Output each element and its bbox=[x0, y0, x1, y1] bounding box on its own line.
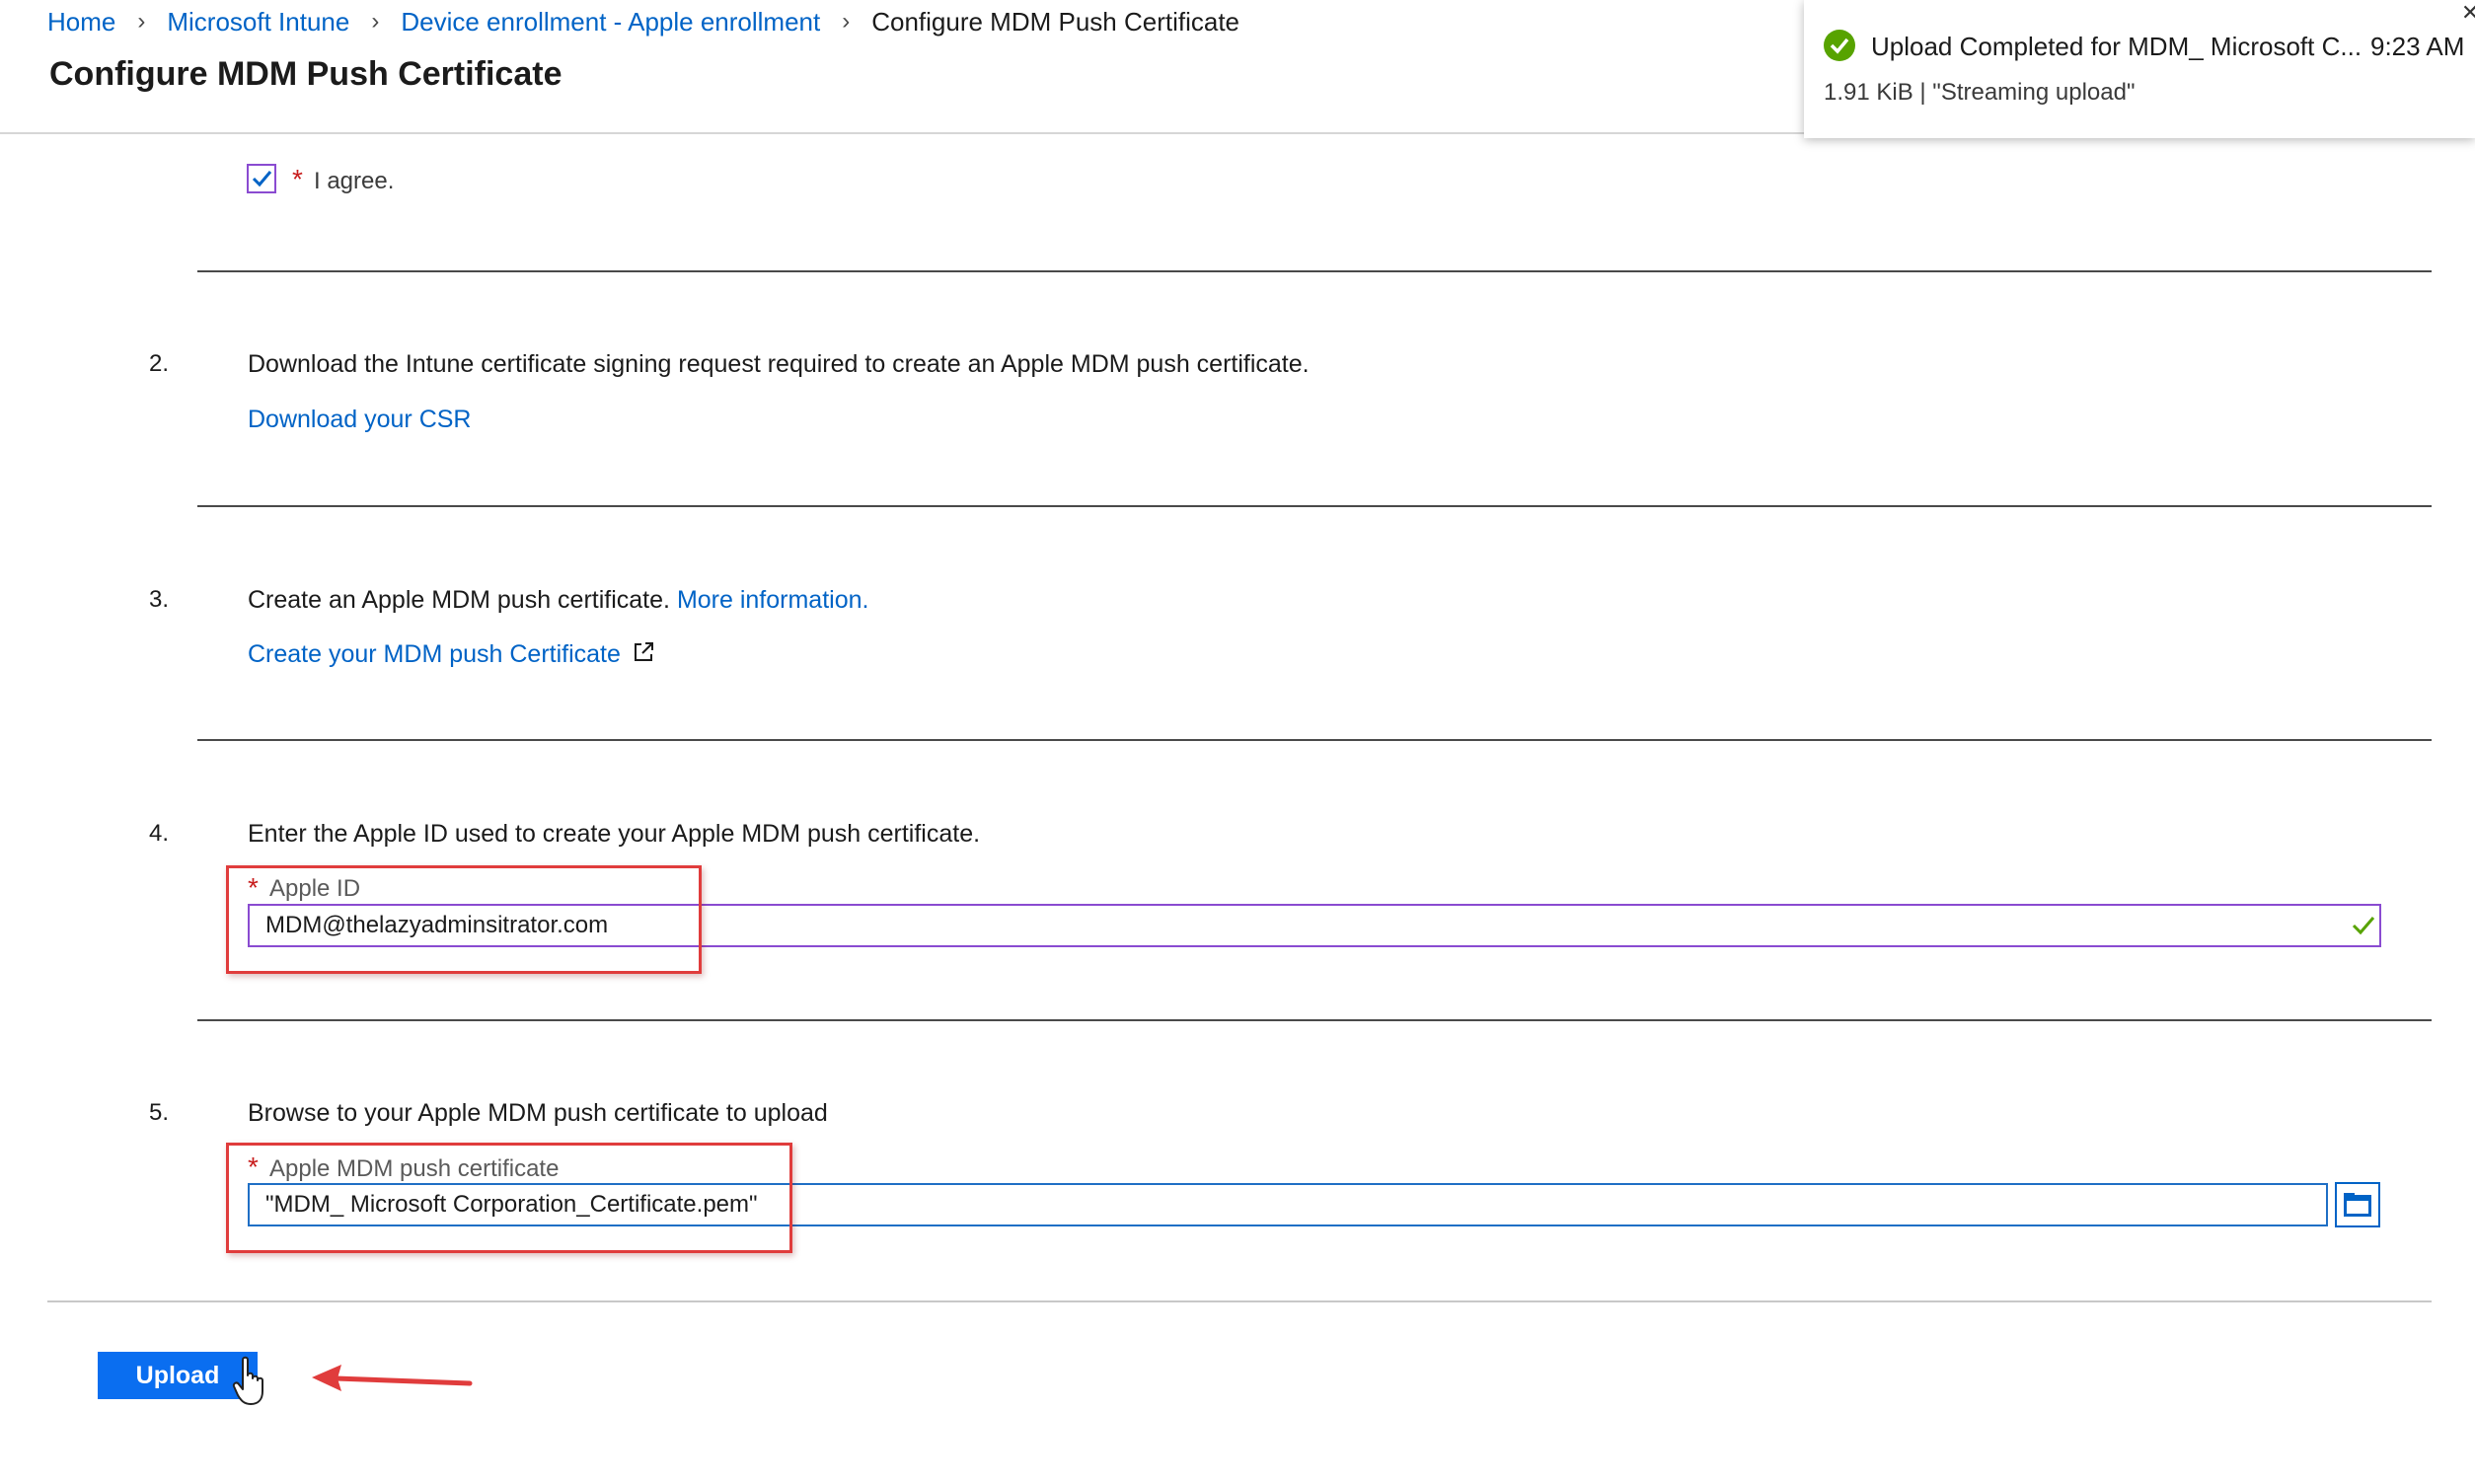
section-divider bbox=[197, 739, 2432, 741]
step-number: 4. bbox=[149, 820, 170, 847]
notification-subtitle: 1.91 KiB | "Streaming upload" bbox=[1824, 79, 2136, 106]
agree-checkbox[interactable] bbox=[247, 164, 276, 193]
notification-title: Upload Completed for MDM_ Microsoft C... bbox=[1871, 32, 2362, 61]
step-number: 5. bbox=[149, 1099, 170, 1126]
step-number: 3. bbox=[149, 586, 170, 613]
section-divider bbox=[197, 270, 2432, 272]
footer-divider bbox=[47, 1300, 2432, 1302]
hand-pointer-cursor-icon bbox=[232, 1356, 263, 1405]
more-information-link[interactable]: More information. bbox=[677, 586, 869, 614]
valid-checkmark-icon bbox=[2352, 917, 2375, 935]
annotation-highlight-box bbox=[226, 1143, 792, 1253]
section-divider bbox=[197, 1019, 2432, 1021]
chevron-right-icon: › bbox=[842, 8, 851, 35]
breadcrumb-microsoft-intune[interactable]: Microsoft Intune bbox=[167, 7, 349, 37]
step-number: 2. bbox=[149, 350, 170, 377]
checkmark-icon bbox=[252, 171, 272, 187]
upload-complete-notification[interactable]: Upload Completed for MDM_ Microsoft C...… bbox=[1804, 0, 2475, 138]
create-mdm-push-certificate-link[interactable]: Create your MDM push Certificate bbox=[248, 640, 655, 669]
step-3-description: Create an Apple MDM push certificate. bbox=[248, 586, 670, 614]
success-check-icon bbox=[1824, 30, 1855, 61]
scrolled-text-remnant bbox=[247, 116, 1076, 136]
step-5-text: Browse to your Apple MDM push certificat… bbox=[248, 1099, 828, 1127]
breadcrumb-home[interactable]: Home bbox=[47, 7, 115, 37]
close-icon[interactable]: ✕ bbox=[2461, 0, 2475, 26]
external-link-icon bbox=[634, 642, 653, 661]
breadcrumb: Home › Microsoft Intune › Device enrollm… bbox=[47, 4, 1239, 39]
annotation-arrow-icon bbox=[312, 1365, 473, 1391]
step-4-text: Enter the Apple ID used to create your A… bbox=[248, 820, 981, 848]
chevron-right-icon: › bbox=[137, 8, 146, 35]
folder-icon bbox=[2344, 1193, 2371, 1217]
chevron-right-icon: › bbox=[371, 8, 380, 35]
breadcrumb-current: Configure MDM Push Certificate bbox=[871, 6, 1240, 37]
step-2-text: Download the Intune certificate signing … bbox=[248, 350, 1310, 378]
page-title: Configure MDM Push Certificate bbox=[49, 55, 562, 93]
browse-file-button[interactable] bbox=[2335, 1182, 2380, 1227]
notification-time: 9:23 AM bbox=[2370, 32, 2465, 61]
breadcrumb-apple-enrollment[interactable]: Device enrollment - Apple enrollment bbox=[401, 7, 820, 37]
create-certificate-link-label: Create your MDM push Certificate bbox=[248, 640, 621, 668]
agree-label: I agree. bbox=[314, 168, 395, 194]
required-asterisk: * bbox=[292, 164, 303, 194]
section-divider bbox=[197, 505, 2432, 507]
download-csr-link[interactable]: Download your CSR bbox=[248, 406, 472, 434]
step-3-text: Create an Apple MDM push certificate. Mo… bbox=[248, 586, 868, 615]
annotation-highlight-box bbox=[226, 865, 702, 974]
